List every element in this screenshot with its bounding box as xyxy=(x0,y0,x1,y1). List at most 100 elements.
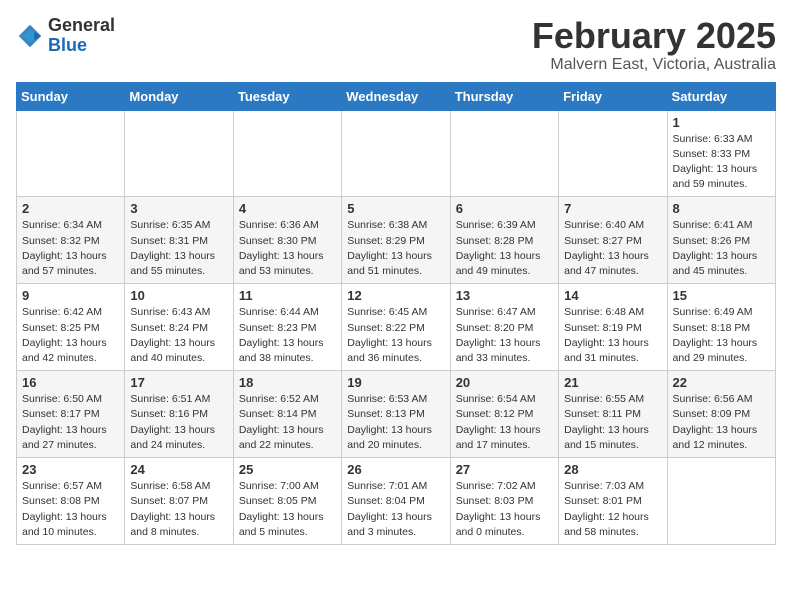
day-info: Sunrise: 7:00 AM Sunset: 8:05 PM Dayligh… xyxy=(239,479,336,540)
day-info: Sunrise: 6:49 AM Sunset: 8:18 PM Dayligh… xyxy=(673,305,770,366)
day-number: 14 xyxy=(564,288,661,303)
day-info: Sunrise: 6:42 AM Sunset: 8:25 PM Dayligh… xyxy=(22,305,119,366)
day-info: Sunrise: 6:55 AM Sunset: 8:11 PM Dayligh… xyxy=(564,392,661,453)
calendar-day-cell: 26Sunrise: 7:01 AM Sunset: 8:04 PM Dayli… xyxy=(342,458,450,545)
day-number: 13 xyxy=(456,288,553,303)
day-info: Sunrise: 6:48 AM Sunset: 8:19 PM Dayligh… xyxy=(564,305,661,366)
calendar-day-cell: 1Sunrise: 6:33 AM Sunset: 8:33 PM Daylig… xyxy=(667,110,775,197)
calendar-day-cell: 22 Sunrise: 6:56 AM Sunset: 8:09 PM Dayli… xyxy=(667,371,775,458)
calendar-day-cell: 23Sunrise: 6:57 AM Sunset: 8:08 PM Dayli… xyxy=(17,458,125,545)
calendar-header-row: SundayMondayTuesdayWednesdayThursdayFrid… xyxy=(17,82,776,110)
day-number: 12 xyxy=(347,288,444,303)
day-info: Sunrise: 6:44 AM Sunset: 8:23 PM Dayligh… xyxy=(239,305,336,366)
calendar-day-cell xyxy=(559,110,667,197)
day-number: 2 xyxy=(22,201,119,216)
calendar-day-cell: 3 Sunrise: 6:35 AM Sunset: 8:31 PM Daylig… xyxy=(125,197,233,284)
calendar-day-cell xyxy=(125,110,233,197)
calendar-table: SundayMondayTuesdayWednesdayThursdayFrid… xyxy=(16,82,776,545)
calendar-day-cell: 4Sunrise: 6:36 AM Sunset: 8:30 PM Daylig… xyxy=(233,197,341,284)
location-title: Malvern East, Victoria, Australia xyxy=(532,56,776,74)
calendar-week-row: 23Sunrise: 6:57 AM Sunset: 8:08 PM Dayli… xyxy=(17,458,776,545)
day-info: Sunrise: 6:50 AM Sunset: 8:17 PM Dayligh… xyxy=(22,392,119,453)
day-number: 10 xyxy=(130,288,227,303)
day-number: 19 xyxy=(347,375,444,390)
calendar-day-cell: 25 Sunrise: 7:00 AM Sunset: 8:05 PM Dayli… xyxy=(233,458,341,545)
calendar-day-cell: 11 Sunrise: 6:44 AM Sunset: 8:23 PM Dayli… xyxy=(233,284,341,371)
day-number: 8 xyxy=(673,201,770,216)
logo-icon xyxy=(16,22,44,50)
calendar-day-cell: 10 Sunrise: 6:43 AM Sunset: 8:24 PM Dayli… xyxy=(125,284,233,371)
day-number: 4 xyxy=(239,201,336,216)
day-number: 1 xyxy=(673,115,770,130)
logo-text: General Blue xyxy=(48,16,115,56)
day-info: Sunrise: 6:39 AM Sunset: 8:28 PM Dayligh… xyxy=(456,218,553,279)
day-info: Sunrise: 7:02 AM Sunset: 8:03 PM Dayligh… xyxy=(456,479,553,540)
day-info: Sunrise: 6:58 AM Sunset: 8:07 PM Dayligh… xyxy=(130,479,227,540)
calendar-day-cell: 2Sunrise: 6:34 AM Sunset: 8:32 PM Daylig… xyxy=(17,197,125,284)
calendar-day-cell xyxy=(233,110,341,197)
day-info: Sunrise: 6:43 AM Sunset: 8:24 PM Dayligh… xyxy=(130,305,227,366)
day-info: Sunrise: 6:54 AM Sunset: 8:12 PM Dayligh… xyxy=(456,392,553,453)
day-info: Sunrise: 6:38 AM Sunset: 8:29 PM Dayligh… xyxy=(347,218,444,279)
day-number: 28 xyxy=(564,462,661,477)
day-info: Sunrise: 6:52 AM Sunset: 8:14 PM Dayligh… xyxy=(239,392,336,453)
calendar-day-cell: 19 Sunrise: 6:53 AM Sunset: 8:13 PM Dayli… xyxy=(342,371,450,458)
calendar-day-cell: 28 Sunrise: 7:03 AM Sunset: 8:01 PM Dayli… xyxy=(559,458,667,545)
calendar-day-cell xyxy=(17,110,125,197)
logo-general: General xyxy=(48,16,115,36)
calendar-day-cell: 7Sunrise: 6:40 AM Sunset: 8:27 PM Daylig… xyxy=(559,197,667,284)
month-title: February 2025 xyxy=(532,16,776,56)
calendar-day-cell: 17 Sunrise: 6:51 AM Sunset: 8:16 PM Dayli… xyxy=(125,371,233,458)
day-number: 7 xyxy=(564,201,661,216)
day-info: Sunrise: 6:45 AM Sunset: 8:22 PM Dayligh… xyxy=(347,305,444,366)
calendar-day-cell xyxy=(667,458,775,545)
day-info: Sunrise: 6:53 AM Sunset: 8:13 PM Dayligh… xyxy=(347,392,444,453)
day-info: Sunrise: 6:51 AM Sunset: 8:16 PM Dayligh… xyxy=(130,392,227,453)
weekday-header: Monday xyxy=(125,82,233,110)
day-number: 20 xyxy=(456,375,553,390)
day-info: Sunrise: 6:56 AM Sunset: 8:09 PM Dayligh… xyxy=(673,392,770,453)
day-number: 22 xyxy=(673,375,770,390)
day-number: 15 xyxy=(673,288,770,303)
day-number: 18 xyxy=(239,375,336,390)
calendar-day-cell: 5Sunrise: 6:38 AM Sunset: 8:29 PM Daylig… xyxy=(342,197,450,284)
day-number: 17 xyxy=(130,375,227,390)
calendar-week-row: 2Sunrise: 6:34 AM Sunset: 8:32 PM Daylig… xyxy=(17,197,776,284)
calendar-day-cell: 12 Sunrise: 6:45 AM Sunset: 8:22 PM Dayli… xyxy=(342,284,450,371)
weekday-header: Tuesday xyxy=(233,82,341,110)
day-info: Sunrise: 6:35 AM Sunset: 8:31 PM Dayligh… xyxy=(130,218,227,279)
day-number: 11 xyxy=(239,288,336,303)
day-number: 24 xyxy=(130,462,227,477)
weekday-header: Thursday xyxy=(450,82,558,110)
calendar-week-row: 16 Sunrise: 6:50 AM Sunset: 8:17 PM Dayli… xyxy=(17,371,776,458)
calendar-day-cell: 18 Sunrise: 6:52 AM Sunset: 8:14 PM Dayli… xyxy=(233,371,341,458)
calendar-day-cell: 16 Sunrise: 6:50 AM Sunset: 8:17 PM Dayli… xyxy=(17,371,125,458)
calendar-day-cell: 21 Sunrise: 6:55 AM Sunset: 8:11 PM Dayli… xyxy=(559,371,667,458)
day-info: Sunrise: 6:41 AM Sunset: 8:26 PM Dayligh… xyxy=(673,218,770,279)
calendar-day-cell: 9Sunrise: 6:42 AM Sunset: 8:25 PM Daylig… xyxy=(17,284,125,371)
calendar-day-cell xyxy=(450,110,558,197)
weekday-header: Sunday xyxy=(17,82,125,110)
day-number: 16 xyxy=(22,375,119,390)
day-number: 3 xyxy=(130,201,227,216)
day-info: Sunrise: 7:01 AM Sunset: 8:04 PM Dayligh… xyxy=(347,479,444,540)
page-header: General Blue February 2025 Malvern East,… xyxy=(16,16,776,74)
calendar-day-cell: 6Sunrise: 6:39 AM Sunset: 8:28 PM Daylig… xyxy=(450,197,558,284)
calendar-day-cell: 8 Sunrise: 6:41 AM Sunset: 8:26 PM Daylig… xyxy=(667,197,775,284)
weekday-header: Friday xyxy=(559,82,667,110)
day-info: Sunrise: 7:03 AM Sunset: 8:01 PM Dayligh… xyxy=(564,479,661,540)
logo: General Blue xyxy=(16,16,115,56)
weekday-header: Wednesday xyxy=(342,82,450,110)
calendar-day-cell: 15 Sunrise: 6:49 AM Sunset: 8:18 PM Dayli… xyxy=(667,284,775,371)
weekday-header: Saturday xyxy=(667,82,775,110)
calendar-week-row: 1Sunrise: 6:33 AM Sunset: 8:33 PM Daylig… xyxy=(17,110,776,197)
calendar-day-cell: 20 Sunrise: 6:54 AM Sunset: 8:12 PM Dayli… xyxy=(450,371,558,458)
calendar-day-cell: 13 Sunrise: 6:47 AM Sunset: 8:20 PM Dayli… xyxy=(450,284,558,371)
day-info: Sunrise: 6:47 AM Sunset: 8:20 PM Dayligh… xyxy=(456,305,553,366)
logo-blue: Blue xyxy=(48,36,115,56)
day-number: 21 xyxy=(564,375,661,390)
day-info: Sunrise: 6:57 AM Sunset: 8:08 PM Dayligh… xyxy=(22,479,119,540)
day-number: 25 xyxy=(239,462,336,477)
day-number: 27 xyxy=(456,462,553,477)
calendar-week-row: 9Sunrise: 6:42 AM Sunset: 8:25 PM Daylig… xyxy=(17,284,776,371)
